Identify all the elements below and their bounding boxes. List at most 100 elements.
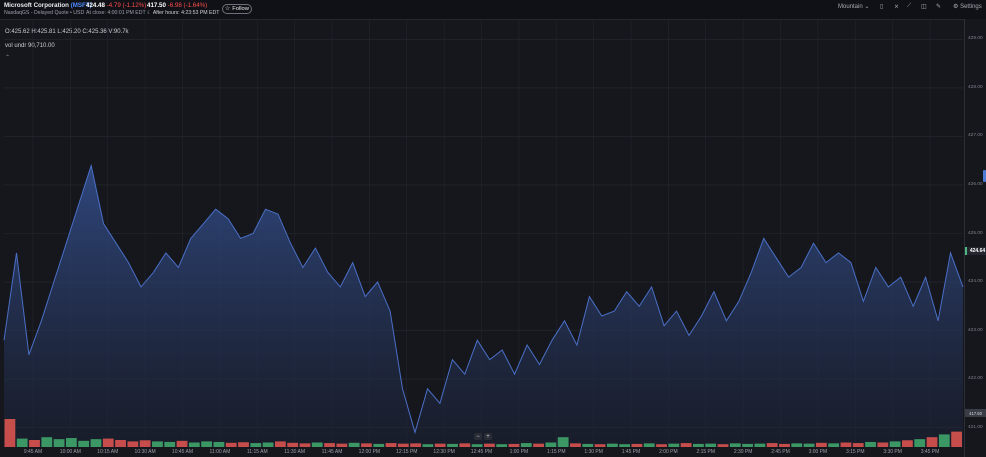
- x-tick-label: 1:45 PM: [621, 449, 641, 455]
- volume-bar: [606, 443, 618, 447]
- zoom-out-button[interactable]: −: [474, 433, 482, 440]
- volume-bar: [311, 442, 323, 447]
- volume-bar: [53, 439, 65, 447]
- x-tick-label: 10:45 AM: [171, 449, 194, 455]
- x-tick-label: 11:30 AM: [284, 449, 306, 455]
- volume-bar: [508, 443, 520, 447]
- volume-bar: [643, 443, 655, 447]
- y-tick-label: 428.00: [968, 84, 983, 90]
- volume-bar: [545, 442, 557, 447]
- volume-bar: [90, 439, 102, 447]
- y-tick-label: 422.00: [968, 376, 983, 382]
- x-tick-label: 3:00 PM: [808, 449, 828, 455]
- volume-bar: [152, 441, 163, 447]
- volume-bar: [201, 441, 213, 447]
- volume-bar: [533, 443, 544, 447]
- y-tick-label: 427.00: [968, 133, 983, 139]
- volume-bar: [926, 437, 938, 447]
- x-tick-label: 9:45 AM: [23, 449, 43, 455]
- x-tick-label: 11:00 AM: [209, 449, 231, 455]
- volume-bar: [705, 443, 717, 447]
- volume-bar: [619, 444, 631, 447]
- x-tick-label: 2:30 PM: [733, 449, 753, 455]
- volume-bar: [299, 443, 311, 447]
- volume-bar: [164, 441, 176, 447]
- volume-bar: [766, 443, 778, 447]
- x-tick-label: 2:00 PM: [659, 449, 678, 455]
- volume-bar: [889, 441, 901, 447]
- x-tick-label: 3:15 PM: [845, 449, 865, 455]
- y-tick-label: 423.00: [968, 327, 983, 333]
- volume-bar: [520, 443, 532, 447]
- volume-bar: [594, 444, 606, 447]
- volume-bar: [225, 442, 237, 447]
- volume-bar: [840, 442, 852, 447]
- volume-bar: [496, 444, 508, 447]
- volume-bar: [570, 443, 581, 447]
- y-tick-label: 426.00: [968, 181, 983, 187]
- volume-bar: [914, 439, 926, 447]
- y-tick-label: 424.00: [968, 279, 983, 285]
- x-tick-label: 10:30 AM: [134, 449, 156, 455]
- x-tick-label: 10:15 AM: [97, 449, 119, 455]
- volume-bar: [385, 443, 397, 447]
- x-tick-label: 12:15 PM: [396, 449, 418, 455]
- volume-bar: [852, 443, 864, 447]
- volume-bar: [336, 443, 348, 447]
- volume-bar: [434, 443, 446, 447]
- volume-bar: [422, 444, 434, 447]
- y-tick-label: 421.00: [968, 424, 983, 430]
- volume-bar: [717, 444, 729, 447]
- volume-bar: [938, 434, 950, 447]
- volume-bar: [742, 443, 753, 447]
- volume-bar: [115, 440, 126, 447]
- volume-bar: [656, 444, 667, 447]
- volume-bar: [791, 443, 803, 447]
- volume-bar: [582, 443, 594, 447]
- volume-bar: [951, 431, 962, 447]
- x-tick-label: 11:15 AM: [246, 449, 268, 455]
- volume-bar: [902, 440, 913, 447]
- volume-bar: [471, 444, 483, 447]
- x-tick-label: 3:45 PM: [920, 449, 940, 455]
- zoom-in-button[interactable]: +: [484, 433, 492, 440]
- price-area: [4, 165, 963, 447]
- volume-bar: [668, 443, 680, 447]
- volume-bar: [779, 443, 790, 447]
- x-tick-label: 1:30 PM: [584, 449, 603, 455]
- volume-bar: [361, 443, 372, 447]
- x-tick-label: 3:30 PM: [883, 449, 902, 455]
- last-price-tag: 424.64: [965, 246, 986, 255]
- volume-bar: [865, 441, 876, 447]
- volume-bar: [4, 419, 16, 447]
- x-tick-label: 2:45 PM: [771, 449, 790, 455]
- volume-bar: [877, 442, 889, 447]
- x-tick-label: 12:00 PM: [358, 449, 381, 455]
- volume-bar: [41, 437, 53, 447]
- volume-bar: [213, 441, 225, 447]
- volume-bar: [729, 443, 741, 447]
- volume-bar: [557, 437, 569, 447]
- volume-bar: [693, 443, 704, 447]
- volume-bar: [373, 443, 385, 447]
- volume-bar: [631, 443, 643, 447]
- volume-bar: [127, 441, 139, 447]
- volume-bar: [176, 440, 188, 447]
- volume-bar: [410, 443, 422, 447]
- x-tick-label: 1:00 PM: [509, 449, 529, 455]
- x-tick-label: 2:15 PM: [696, 449, 716, 455]
- volume-bar: [29, 440, 40, 447]
- volume-bar: [78, 440, 90, 447]
- volume-bar: [238, 442, 249, 447]
- volume-bar: [262, 442, 274, 447]
- volume-bar: [139, 440, 151, 447]
- x-tick-label: 1:15 PM: [546, 449, 566, 455]
- volume-bar: [680, 443, 692, 447]
- after-hours-price-tag: 417.50: [965, 409, 986, 418]
- volume-bar: [348, 442, 360, 447]
- x-tick-label: 11:45 AM: [321, 449, 343, 455]
- volume-bar: [287, 442, 299, 447]
- volume-bar: [447, 443, 458, 447]
- volume-bar: [459, 443, 471, 447]
- price-chart[interactable]: [0, 0, 986, 457]
